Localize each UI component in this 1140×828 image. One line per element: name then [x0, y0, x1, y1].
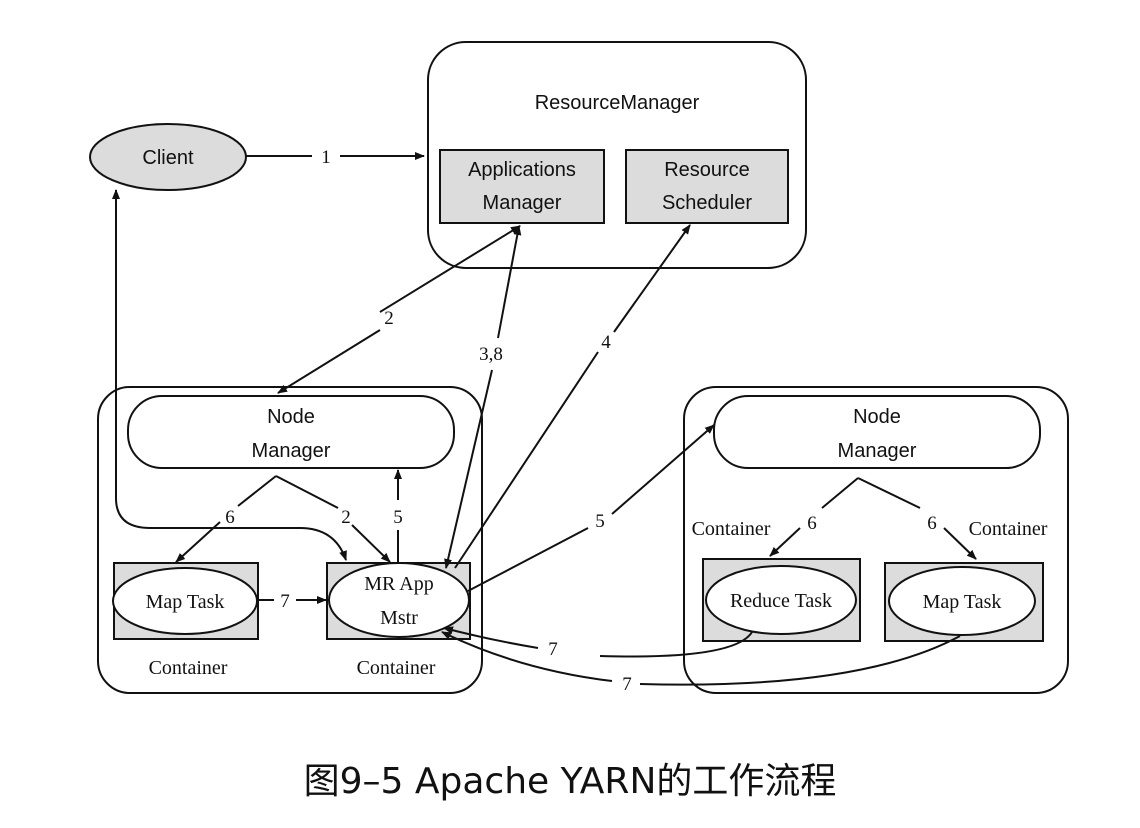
resource-scheduler-label-1: Resource: [664, 159, 750, 181]
applications-manager: Applications Manager: [439, 149, 605, 224]
edge-6-left-label: 6: [225, 507, 235, 528]
reduce-task-container: Reduce Task: [702, 558, 861, 642]
edge-1: 1: [246, 147, 425, 168]
mr-app-mstr-container: MR App Mstr: [326, 562, 471, 640]
edge-2-left-label: 2: [341, 507, 351, 528]
container-left-1-label: Container: [149, 657, 228, 679]
map-task-left-label: Map Task: [146, 591, 225, 613]
reduce-task-label: Reduce Task: [730, 590, 832, 612]
edge-7-left-label: 7: [280, 591, 290, 612]
node-manager-left-label-2: Manager: [252, 440, 331, 462]
node-manager-right-label-2: Manager: [838, 440, 917, 462]
client-label: Client: [142, 147, 194, 169]
edge-1-label: 1: [321, 147, 331, 168]
resource-scheduler: Resource Scheduler: [625, 149, 789, 224]
container-right-1-label: Container: [692, 518, 771, 540]
edge-4: 4: [454, 224, 691, 569]
edge-5-left-label: 5: [393, 507, 403, 528]
node-manager-left-label-1: Node: [267, 406, 315, 428]
applications-manager-label-1: Applications: [468, 159, 576, 181]
node-manager-right-label-1: Node: [853, 406, 901, 428]
map-task-right-label: Map Task: [923, 591, 1002, 613]
mr-app-mstr-label-2: Mstr: [380, 607, 418, 629]
container-left-2-label: Container: [357, 657, 436, 679]
edge-5-right: 5: [467, 424, 715, 592]
edge-6-right-2-label: 6: [927, 513, 937, 534]
applications-manager-label-2: Manager: [483, 192, 562, 214]
edge-7-bottom-1-label: 7: [548, 639, 558, 660]
yarn-workflow-diagram: ResourceManager Applications Manager Res…: [89, 41, 1069, 695]
edge-5-right-label: 5: [595, 511, 605, 532]
map-task-right-container: Map Task: [884, 562, 1044, 642]
edge-4-label: 4: [601, 332, 611, 353]
node-manager-right: Node Manager: [713, 395, 1041, 469]
node-manager-left: Node Manager: [127, 395, 455, 469]
resource-manager-label: ResourceManager: [535, 92, 700, 114]
container-right-2-label: Container: [969, 518, 1048, 540]
edge-3-8-label: 3,8: [479, 344, 503, 365]
map-task-left-container: Map Task: [112, 562, 259, 640]
mr-app-mstr-label-1: MR App: [364, 573, 433, 595]
edge-7-bottom-2-label: 7: [622, 674, 632, 695]
figure-caption: 图9–5 Apache YARN的工作流程: [303, 761, 837, 802]
resource-scheduler-label-2: Scheduler: [662, 192, 752, 214]
edge-6-right-1-label: 6: [807, 513, 817, 534]
client-node: Client: [89, 123, 247, 191]
edge-2-top-label: 2: [384, 308, 394, 329]
